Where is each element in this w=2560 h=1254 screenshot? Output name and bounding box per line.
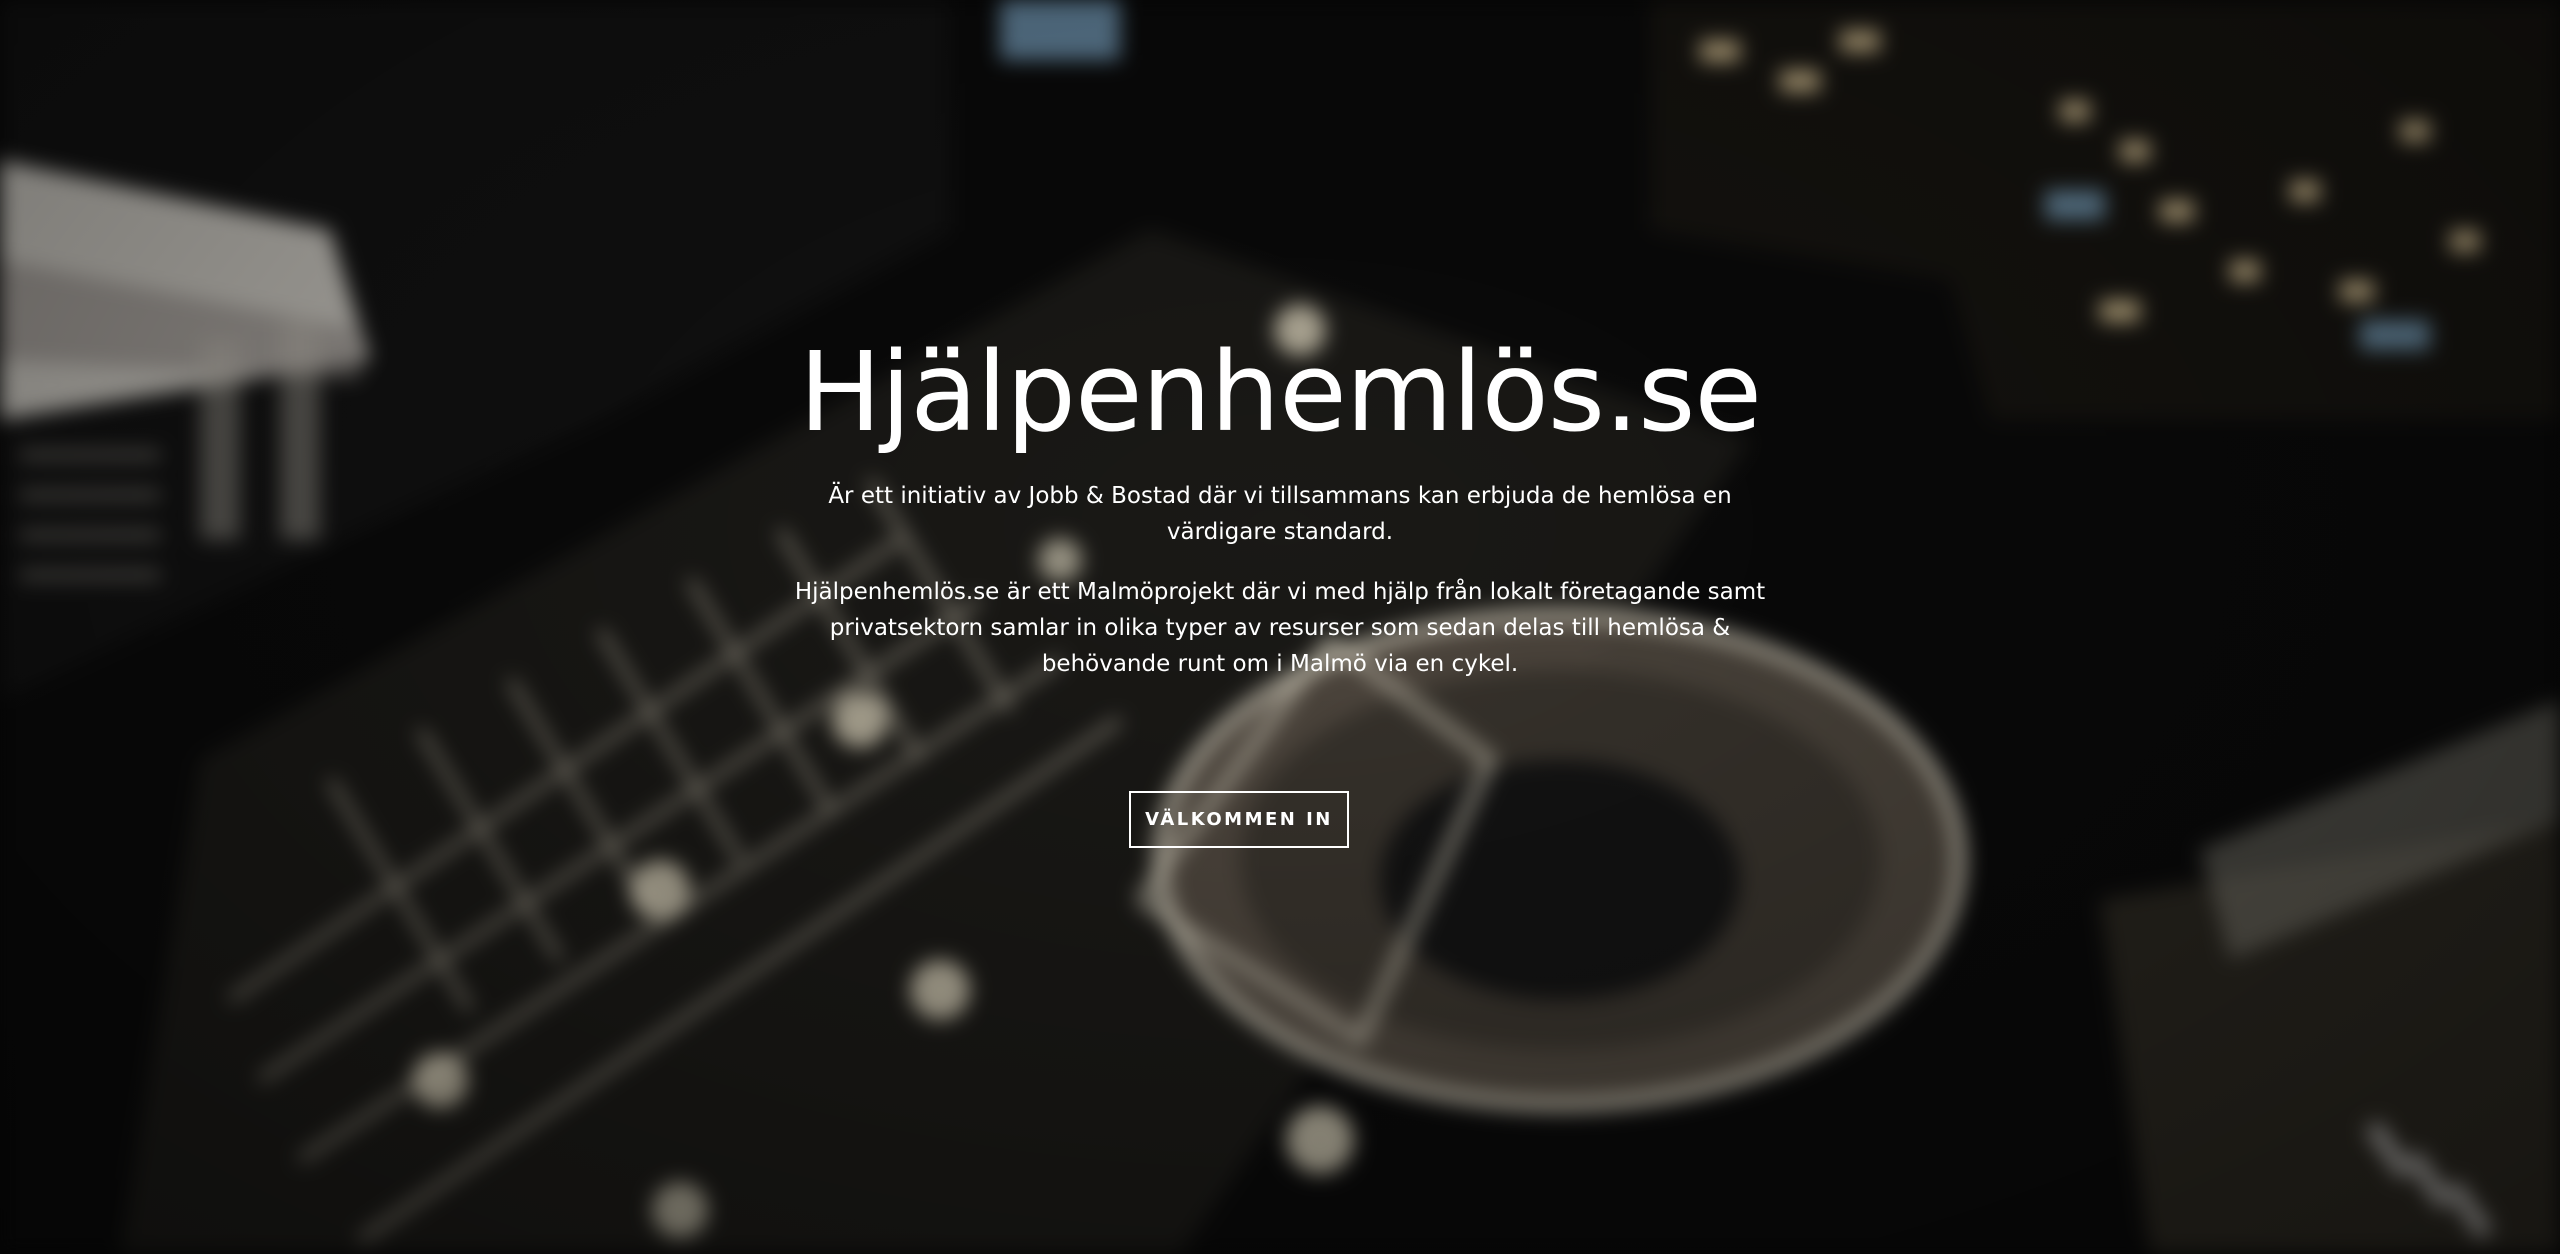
hero-content: Hjälpenhemlös.se Är ett initiativ av Job… (0, 0, 2560, 1254)
intro-text: Är ett initiativ av Jobb & Bostad där vi… (828, 483, 1732, 545)
hero-section: Hjälpenhemlös.se Är ett initiativ av Job… (0, 0, 2560, 1254)
welcome-button[interactable]: VÄLKOMMEN IN (1129, 791, 1349, 848)
site-title: Hjälpenhemlös.se (798, 328, 1762, 456)
description-text: Hjälpenhemlös.se är ett Malmöprojekt där… (794, 579, 1766, 677)
